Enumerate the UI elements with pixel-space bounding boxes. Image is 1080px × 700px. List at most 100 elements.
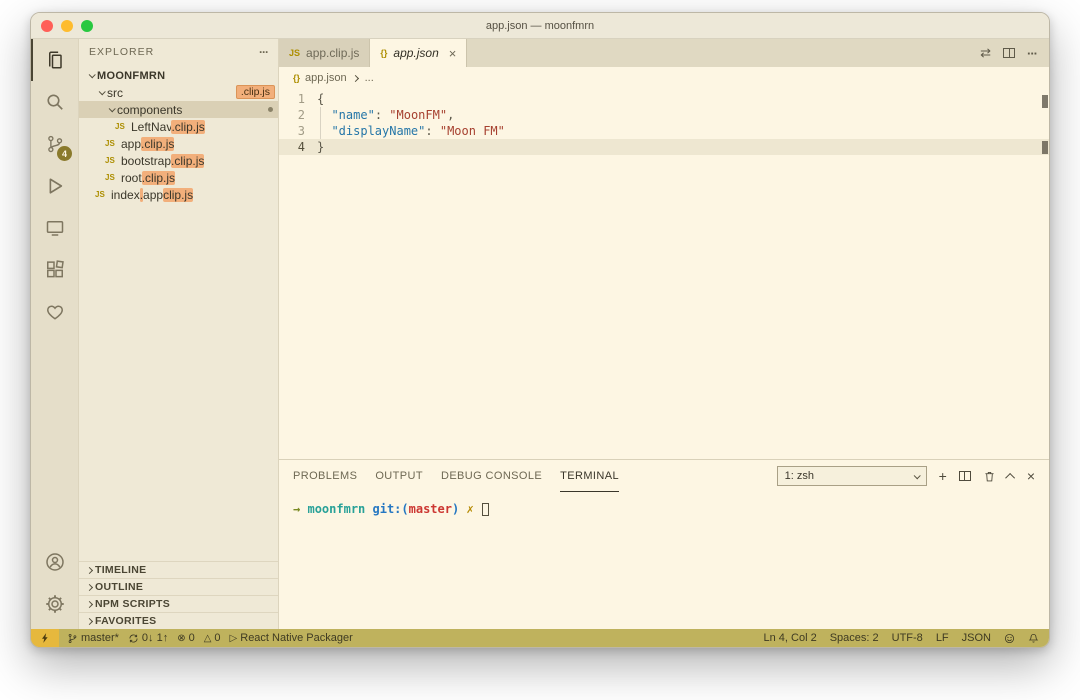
- editor-tab-app-clip-js[interactable]: JSapp.clip.js: [279, 39, 370, 67]
- tree-item-bootstrap-clip-js[interactable]: JSbootstrap.clip.js: [79, 152, 278, 169]
- bottom-panel: PROBLEMS OUTPUT DEBUG CONSOLE TERMINAL 1: z…: [279, 459, 1049, 629]
- window-controls: [41, 13, 93, 38]
- status-label: JSON: [962, 632, 991, 644]
- activity-extensions-icon[interactable]: [31, 249, 78, 291]
- editor-actions: ⇄ ···: [968, 39, 1049, 67]
- open-changes-icon[interactable]: ⇄: [980, 45, 991, 61]
- tree-item-label: MOONFMRN: [97, 70, 165, 82]
- terminal[interactable]: → moonfmrn git:(master) ✗: [279, 492, 1049, 629]
- tree-item-src[interactable]: src.clip.js: [79, 84, 278, 101]
- cursor-position[interactable]: Ln 4, Col 2: [764, 632, 817, 644]
- tree-item-label: bootstrap.clip.js: [121, 154, 204, 168]
- code-line-2[interactable]: 2 "name": "MoonFM",: [279, 107, 1049, 123]
- tree-item-components[interactable]: components: [79, 101, 278, 118]
- status-label: LF: [936, 632, 949, 644]
- title-bar: app.json — moonfmrn: [31, 13, 1049, 39]
- window-title: app.json — moonfmrn: [486, 20, 594, 32]
- split-terminal-icon[interactable]: [959, 471, 971, 481]
- split-editor-icon[interactable]: [1003, 48, 1015, 58]
- breadcrumb[interactable]: {} app.json ...: [279, 67, 1049, 89]
- scm-badge: 4: [57, 146, 72, 161]
- js-file-icon: JS: [105, 139, 121, 148]
- zoom-window-button[interactable]: [81, 20, 93, 32]
- status-label: Spaces: 2: [830, 632, 879, 644]
- code-editor[interactable]: 1{2 "name": "MoonFM",3 "displayName": "M…: [279, 89, 1049, 459]
- panel-tab-output[interactable]: OUTPUT: [375, 460, 423, 492]
- language-mode[interactable]: JSON: [962, 632, 991, 644]
- eol[interactable]: LF: [936, 632, 949, 644]
- sidebar-section-timeline[interactable]: TIMELINE: [79, 561, 278, 578]
- sidebar-section-favorites[interactable]: FAVORITES: [79, 612, 278, 629]
- sync-status[interactable]: 0↓ 1↑: [128, 632, 168, 644]
- tree-item-root-clip-js[interactable]: JSroot.clip.js: [79, 169, 278, 186]
- js-file-icon: JS: [95, 190, 111, 199]
- activity-source-control-icon[interactable]: 4: [31, 123, 78, 165]
- chevron-down-icon: [105, 107, 117, 112]
- panel-tab-terminal[interactable]: TERMINAL: [560, 460, 619, 492]
- status-label: 0: [214, 632, 220, 644]
- tree-item-app-clip-js[interactable]: JSapp.clip.js: [79, 135, 278, 152]
- terminal-picker-value: 1: zsh: [785, 470, 814, 482]
- remote-indicator[interactable]: [31, 629, 59, 647]
- panel-tab-debug-console[interactable]: DEBUG CONSOLE: [441, 460, 542, 492]
- feedback-smiley[interactable]: [1004, 633, 1015, 644]
- branch-icon: [67, 633, 78, 644]
- task-status[interactable]: ▷React Native Packager: [230, 632, 353, 644]
- chevron-down-icon: [85, 73, 97, 78]
- minimize-window-button[interactable]: [61, 20, 73, 32]
- chevron-right-icon: [83, 619, 95, 624]
- warnings-status[interactable]: △0: [204, 632, 221, 644]
- terminal-picker[interactable]: 1: zsh: [777, 466, 927, 486]
- code-line-1[interactable]: 1{: [279, 91, 1049, 107]
- activity-account-icon[interactable]: [31, 541, 78, 583]
- chevron-right-icon: [83, 585, 95, 590]
- status-label: React Native Packager: [240, 632, 353, 644]
- filter-match-dot: [268, 107, 273, 112]
- explorer-more-actions-icon[interactable]: ···: [259, 45, 268, 59]
- activity-settings-icon[interactable]: [31, 583, 78, 625]
- terminal-cursor: [482, 503, 489, 516]
- vscode-window: app.json — moonfmrn 4 EXPLORER ··· MOONF…: [30, 12, 1050, 648]
- sidebar-section-outline[interactable]: OUTLINE: [79, 578, 278, 595]
- activity-search-icon[interactable]: [31, 81, 78, 123]
- section-label: OUTLINE: [95, 581, 143, 593]
- close-window-button[interactable]: [41, 20, 53, 32]
- indentation[interactable]: Spaces: 2: [830, 632, 879, 644]
- branch-status[interactable]: master*: [67, 632, 119, 644]
- line-content: "name": "MoonFM",: [317, 107, 454, 123]
- activity-explorer-icon[interactable]: [31, 39, 78, 81]
- breadcrumb-file[interactable]: app.json: [305, 72, 347, 84]
- sidebar-title: EXPLORER: [89, 46, 154, 58]
- encoding[interactable]: UTF-8: [892, 632, 923, 644]
- breadcrumb-more[interactable]: ...: [365, 72, 374, 84]
- close-panel-icon[interactable]: ×: [1027, 468, 1035, 484]
- panel-tab-problems[interactable]: PROBLEMS: [293, 460, 357, 492]
- bell-icon: [1028, 633, 1039, 644]
- tab-label: app.json: [393, 46, 438, 60]
- more-actions-icon[interactable]: ···: [1027, 46, 1037, 61]
- kill-terminal-icon[interactable]: [983, 470, 996, 483]
- activity-remote-explorer-icon[interactable]: [31, 207, 78, 249]
- task-status-icon: ▷: [230, 633, 238, 644]
- new-terminal-icon[interactable]: +: [939, 468, 947, 484]
- tree-item-moonfmrn[interactable]: MOONFMRN: [79, 67, 278, 84]
- tree-item-index-appclip-js[interactable]: JSindex.appclip.js: [79, 186, 278, 203]
- tree-filter-badge: .clip.js: [236, 85, 275, 99]
- code-line-3[interactable]: 3 "displayName": "Moon FM": [279, 123, 1049, 139]
- notifications-bell[interactable]: [1028, 633, 1039, 644]
- code-line-4[interactable]: 4}: [279, 139, 1049, 155]
- editor-tab-app-json[interactable]: {}app.json×: [370, 39, 467, 67]
- close-tab-icon[interactable]: ×: [449, 46, 457, 61]
- tree-item-label: index.appclip.js: [111, 188, 193, 202]
- sidebar-section-npm-scripts[interactable]: NPM SCRIPTS: [79, 595, 278, 612]
- tabs-strip: JSapp.clip.js{}app.json×: [279, 39, 467, 67]
- activity-favorites-icon[interactable]: [31, 291, 78, 333]
- js-file-icon: JS: [115, 122, 131, 131]
- terminal-prompt: → moonfmrn git:(master) ✗: [293, 502, 1035, 516]
- chevron-right-icon: [83, 568, 95, 573]
- tree-item-leftnav-clip-js[interactable]: JSLeftNav.clip.js: [79, 118, 278, 135]
- errors-status[interactable]: ⊗0: [177, 632, 195, 644]
- activity-run-debug-icon[interactable]: [31, 165, 78, 207]
- maximize-panel-icon[interactable]: [1008, 473, 1015, 480]
- errors-status-icon: ⊗: [177, 633, 185, 644]
